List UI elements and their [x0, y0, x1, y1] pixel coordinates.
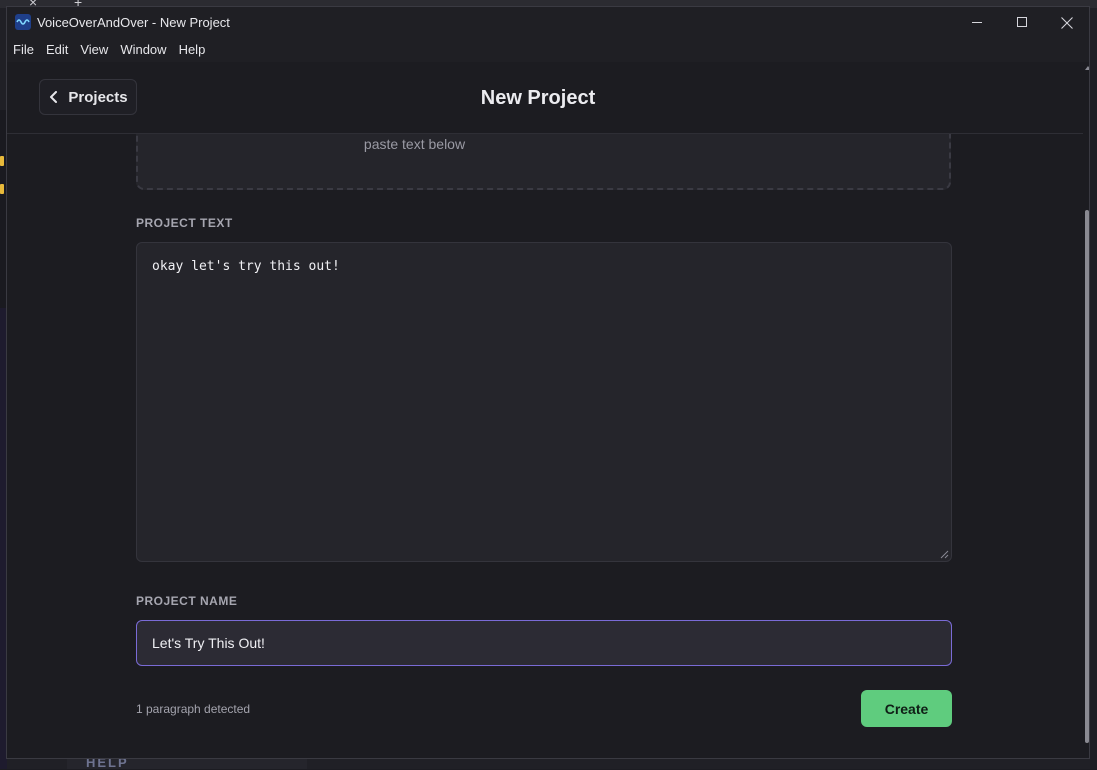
paragraph-count-status: 1 paragraph detected: [136, 702, 251, 716]
main-content: paste text below Projects New Project PR…: [7, 62, 1083, 758]
title-bar[interactable]: VoiceOverAndOver - New Project: [7, 7, 1089, 38]
scrollbar-thumb[interactable]: [1085, 210, 1089, 743]
resize-handle-icon[interactable]: [940, 550, 949, 559]
menu-file[interactable]: File: [7, 38, 40, 62]
project-name-input[interactable]: Let's Try This Out!: [136, 620, 952, 666]
maximize-button[interactable]: [999, 7, 1045, 38]
project-name-value: Let's Try This Out!: [152, 635, 265, 651]
background-folder-icon: [0, 156, 4, 166]
menu-view[interactable]: View: [74, 38, 114, 62]
menu-bar: File Edit View Window Help: [7, 38, 1089, 62]
background-folder-icon: [0, 184, 4, 194]
menu-window[interactable]: Window: [114, 38, 172, 62]
project-name-label: PROJECT NAME: [136, 594, 238, 608]
menu-help[interactable]: Help: [173, 38, 212, 62]
minimize-button[interactable]: [954, 7, 1000, 38]
app-logo-icon: [15, 14, 31, 30]
menu-edit[interactable]: Edit: [40, 38, 74, 62]
create-button[interactable]: Create: [861, 690, 952, 727]
app-window: VoiceOverAndOver - New Project File Edit…: [6, 6, 1090, 759]
close-window-button[interactable]: [1044, 7, 1089, 38]
background-right-strip: [1090, 60, 1097, 769]
window-title: VoiceOverAndOver - New Project: [37, 15, 230, 30]
page-header: Projects New Project: [7, 62, 1083, 134]
maximize-icon: [1016, 17, 1027, 27]
project-text-value: okay let's try this out!: [152, 259, 340, 274]
dropzone-hint: paste text below: [363, 136, 466, 152]
close-icon: [1061, 16, 1073, 29]
project-text-label: PROJECT TEXT: [136, 216, 233, 230]
page-title: New Project: [480, 87, 596, 109]
minimize-icon: [971, 22, 982, 23]
project-text-input[interactable]: okay let's try this out!: [136, 242, 952, 562]
scroll-up-arrow-icon[interactable]: [1085, 66, 1089, 70]
